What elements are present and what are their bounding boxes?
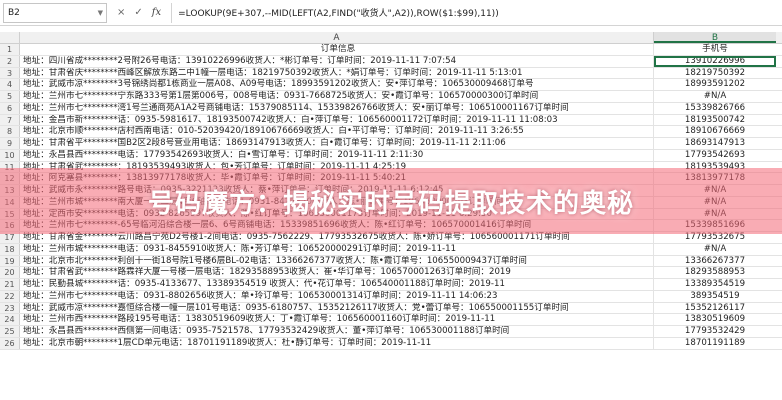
table-row: 8 地址：北京市顺********店村西南电话：010-52039420/1891… [0, 126, 782, 138]
select-all-corner[interactable] [0, 32, 20, 43]
cell-a[interactable]: 地址：永昌县西********西侧第一间电话：0935-7521578、1779… [20, 326, 654, 337]
table-row: 7 地址：金昌市新********话：0935-5981617、181935007… [0, 114, 782, 127]
row-number[interactable]: 25 [0, 326, 20, 337]
cell-a-header[interactable]: 订单信息 [20, 44, 654, 55]
name-box[interactable]: B2 ▼ [3, 2, 107, 23]
row-number[interactable]: 20 [0, 267, 20, 278]
cell-b[interactable]: #N/A [654, 244, 776, 255]
cell-b[interactable]: 389354519 [654, 291, 776, 302]
column-headers: A B [0, 32, 782, 44]
cell-a[interactable]: 地址：甘肃省武********路霖祥大厦一号楼一层电话：18293588953收… [20, 267, 654, 278]
table-row: 10 地址：永昌县西********电话：17793542693收货人：白•雪订单… [0, 149, 782, 162]
row-number[interactable]: 4 [0, 79, 20, 90]
cell-a[interactable]: 地址：武威市凉********3号锦绣尚都1栋商业一层A08、A09号电话：18… [20, 79, 654, 90]
cell-a[interactable]: 地址：金昌市新********话：0935-5981617、1819350074… [20, 114, 654, 126]
row-number[interactable]: 8 [0, 126, 20, 137]
row-number[interactable]: 7 [0, 114, 20, 126]
cell-b[interactable]: 17793532429 [654, 326, 776, 337]
column-header-b[interactable]: B [654, 32, 776, 43]
row-number[interactable]: 10 [0, 149, 20, 161]
table-row: 9 地址：甘肃省平********国B2区2段8号营业用电话：1869314791… [0, 138, 782, 150]
cell-a[interactable]: 地址：四川省成********2号附26号电话：13910226996收货人：*… [20, 55, 654, 67]
cell-b[interactable]: 15339826766 [654, 103, 776, 114]
table-row: 19 地址：北京市北********利创十一街18号院1号楼6层BL-02电话：1… [0, 255, 782, 268]
cell-a[interactable]: 地址：北京市北********利创十一街18号院1号楼6层BL-02电话：133… [20, 255, 654, 267]
table-row: 21 地址：民勤县城********话：0935-4133677、13389354… [0, 279, 782, 291]
cell-a[interactable]: 地址：武威市凉********嘉恒综合楼一幢一层101号电话：0935-6180… [20, 302, 654, 314]
cell-b[interactable]: 15352126117 [654, 303, 776, 314]
cell-b-header[interactable]: 手机号 [654, 44, 776, 55]
formula-bar: B2 ▼ × ✓ fx =LOOKUP(9E+307,--MID(LEFT(A2… [0, 0, 782, 26]
cell-a[interactable]: 地址：兰州市城********电话：0931-8455910收货人：陈•芳订单号… [20, 243, 654, 255]
table-row: 26 地址：北京市朝********1层CD单元电话：18701191189收货人… [0, 337, 782, 350]
row-number[interactable]: 23 [0, 302, 20, 314]
cell-b[interactable]: 18293588953 [654, 267, 776, 278]
cell-b[interactable]: 13830519609 [654, 314, 776, 325]
table-row: 23 地址：武威市凉********嘉恒综合楼一幢一层101号电话：0935-61… [0, 302, 782, 315]
cell-a[interactable]: 地址：甘肃省平********国B2区2段8号营业用电话：18693147913… [20, 138, 654, 149]
cell-b[interactable]: 18693147913 [654, 138, 776, 149]
cell-a[interactable]: 地址：兰州市七********电话：0931-8802656收货人：单•玲订单号… [20, 290, 654, 302]
cell-b[interactable]: 18993591202 [654, 79, 776, 90]
table-row: 18 地址：兰州市城********电话：0931-8455910收货人：陈•芳订… [0, 243, 782, 256]
cell-b[interactable]: 18219750392 [654, 68, 776, 79]
insert-function-icon[interactable]: fx [152, 7, 161, 18]
cell-b[interactable]: 17793542693 [654, 150, 776, 161]
formula-input[interactable]: =LOOKUP(9E+307,--MID(LEFT(A2,FIND("收货人",… [171, 2, 782, 23]
cell-a[interactable]: 地址：民勤县城********话：0935-4133677、1338935451… [20, 279, 654, 290]
table-row: 25 地址：永昌县西********西侧第一间电话：0935-7521578、17… [0, 326, 782, 338]
row-number[interactable]: 9 [0, 138, 20, 149]
cell-b[interactable]: 18910676669 [654, 126, 776, 137]
table-row: 2 地址：四川省成********2号附26号电话：13910226996收货人：… [0, 55, 782, 68]
row-number[interactable]: 2 [0, 55, 20, 67]
row-number[interactable]: 22 [0, 290, 20, 302]
row-number[interactable]: 1 [0, 44, 20, 55]
chevron-down-icon[interactable]: ▼ [98, 9, 106, 17]
cell-a[interactable]: 地址：兰州市七********湾1号兰通商苑A1A2号商铺电话：15379085… [20, 102, 654, 114]
cell-b[interactable]: 13910226996 [654, 55, 776, 67]
table-row: 3 地址：甘肃省庆********西峰区解放东路二中1幢一层电话：18219750… [0, 67, 782, 80]
table-row: 4 地址：武威市凉********3号锦绣尚都1栋商业一层A08、A09号电话：1… [0, 79, 782, 91]
cell-b[interactable]: 18701191189 [654, 338, 776, 349]
row-number[interactable]: 5 [0, 91, 20, 102]
row-number[interactable]: 26 [0, 337, 20, 349]
cell-a[interactable]: 地址：永昌县西********电话：17793542693收货人：白•雪订单号：… [20, 149, 654, 161]
cell-b[interactable]: 13366267377 [654, 256, 776, 267]
overlay-banner: 号码魔方：揭秘实时号码提取技术的奥秘 [0, 168, 782, 234]
cell-b[interactable]: #N/A [654, 91, 776, 102]
row-number[interactable]: 6 [0, 102, 20, 114]
cell-a[interactable]: 地址：北京市朝********1层CD单元电话：18701191189收货人：杜… [20, 337, 654, 349]
cell-a[interactable]: 地址：北京市顺********店村西南电话：010-52039420/18910… [20, 126, 654, 137]
cell-a[interactable]: 地址：兰州市七********宁东路333号第1层第006号，008号电话：09… [20, 91, 654, 102]
row-number[interactable]: 18 [0, 243, 20, 255]
row-number[interactable]: 3 [0, 67, 20, 79]
row-number[interactable]: 21 [0, 279, 20, 290]
table-header-row: 1 订单信息 手机号 [0, 44, 782, 56]
confirm-icon[interactable]: ✓ [134, 7, 142, 18]
row-number[interactable]: 24 [0, 314, 20, 325]
cell-b[interactable]: 18193500742 [654, 115, 776, 126]
row-number[interactable]: 19 [0, 255, 20, 267]
table-row: 5 地址：兰州市七********宁东路333号第1层第006号，008号电话：0… [0, 91, 782, 103]
column-header-a[interactable]: A [20, 32, 654, 43]
cell-reference: B2 [8, 7, 20, 18]
overlay-title: 号码魔方：揭秘实时号码提取技术的奥秘 [147, 188, 634, 219]
cell-b[interactable]: 13389354519 [654, 279, 776, 290]
table-row: 24 地址：兰州市西********路段195号电话：13830519609收货人… [0, 314, 782, 326]
cell-a[interactable]: 地址：甘肃省庆********西峰区解放东路二中1幢一层电话：182197503… [20, 67, 654, 79]
table-row: 22 地址：兰州市七********电话：0931-8802656收货人：单•玲订… [0, 290, 782, 303]
cancel-icon[interactable]: × [117, 7, 125, 18]
cell-a[interactable]: 地址：兰州市西********路段195号电话：13830519609收货人：丁… [20, 314, 654, 325]
table-row: 6 地址：兰州市七********湾1号兰通商苑A1A2号商铺电话：1537908… [0, 102, 782, 115]
table-row: 20 地址：甘肃省武********路霖祥大厦一号楼一层电话：1829358895… [0, 267, 782, 279]
